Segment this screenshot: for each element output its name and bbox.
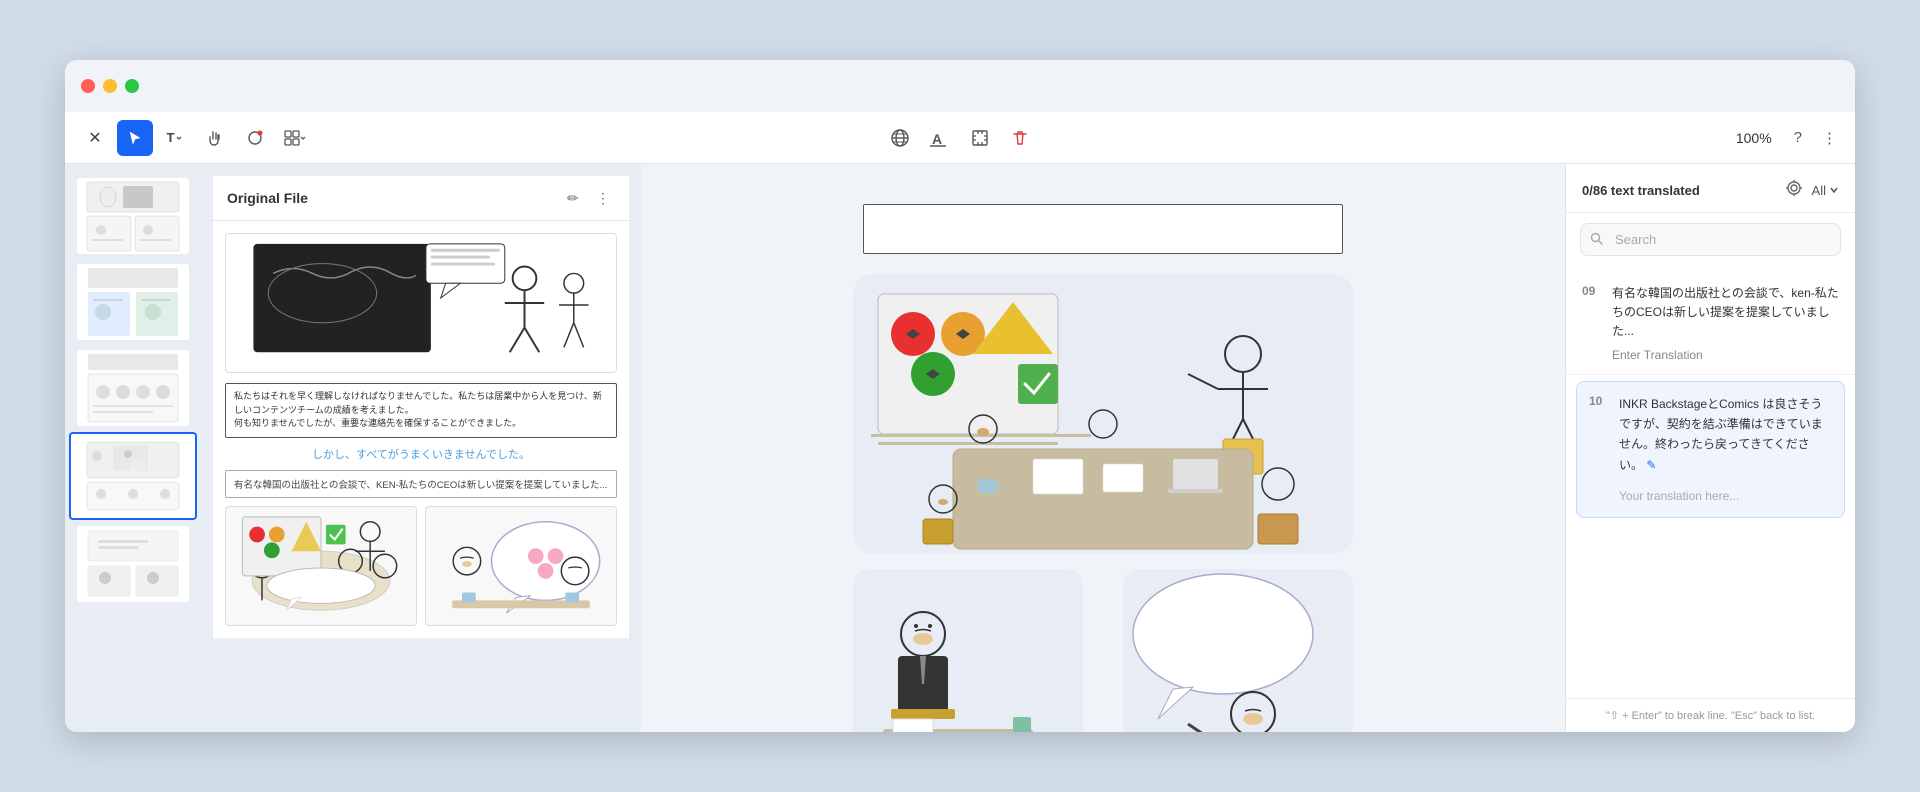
translation-count: 0/86 text translated xyxy=(1582,183,1700,198)
right-panel-controls: All xyxy=(1782,178,1839,202)
text-box-1: 私たちはそれを早く理解しなければなりませんでした。私たちは居業中から人を見つけ、… xyxy=(225,383,617,438)
translation-item-10-content: INKR BackstageとComics は良さそうですが、契約を結ぶ準備はで… xyxy=(1619,394,1832,506)
bottom-panel-right xyxy=(425,506,617,626)
toolbar-right: 100% ? ⋮ xyxy=(1728,125,1843,151)
close-button[interactable] xyxy=(81,79,95,93)
maximize-button[interactable] xyxy=(125,79,139,93)
zoom-selector[interactable]: 100% xyxy=(1728,126,1780,150)
blue-center-text: しかし、すべてがうまくいきませんでした。 xyxy=(225,446,617,462)
toolbar: ✕ T xyxy=(65,112,1855,164)
right-panel-header: 0/86 text translated All xyxy=(1566,164,1855,213)
resize-icon[interactable] xyxy=(964,122,996,154)
translation-input-placeholder[interactable]: Your translation here... xyxy=(1619,483,1832,505)
footer-hint: "⇧ + Enter" to break line. "Esc" back to… xyxy=(1606,710,1815,722)
translation-item-9-header: 09 有名な韓国の出版社との会談で、ken-私たちのCEOは新しい提案を提案して… xyxy=(1582,284,1839,342)
text-tool-button[interactable]: T xyxy=(157,120,193,156)
target-icon[interactable] xyxy=(1782,178,1806,202)
globe-icon[interactable] xyxy=(884,122,916,154)
translation-item-10-header: 10 INKR BackstageとComics は良さそうですが、契約を結ぶ準… xyxy=(1589,394,1832,506)
right-panel: 0/86 text translated All xyxy=(1565,164,1855,732)
translation-item-9[interactable]: 09 有名な韓国の出版社との会談で、ken-私たちのCEOは新しい提案を提案して… xyxy=(1566,272,1855,375)
more-button[interactable]: ⋮ xyxy=(1816,125,1843,151)
thumbnail-3-preview xyxy=(77,350,189,426)
thumbnail-3[interactable] xyxy=(69,346,197,430)
edit-icon[interactable]: ✏ xyxy=(561,186,585,210)
svg-text:A: A xyxy=(932,131,942,147)
font-icon[interactable]: A xyxy=(924,122,956,154)
select-tool-button[interactable] xyxy=(117,120,153,156)
translation-item-9-text: 有名な韓国の出版社との会談で、ken-私たちのCEOは新しい提案を提案していまし… xyxy=(1612,284,1839,342)
thumbnail-5-preview xyxy=(77,526,189,602)
right-panel-footer: "⇧ + Enter" to break line. "Esc" back to… xyxy=(1566,698,1855,732)
more-options-icon[interactable]: ⋮ xyxy=(591,186,615,210)
text-panel-box: 有名な韓国の出版社との会談で、KEN-私たちのCEOは新しい提案を提案していまし… xyxy=(225,470,617,498)
bottom-panel-left xyxy=(225,506,417,626)
thumbnail-5[interactable] xyxy=(69,522,197,606)
original-file-title: Original File xyxy=(227,190,308,206)
comic-content: 私たちはそれを早く理解しなければなりませんでした。私たちは居業中から人を見つけ、… xyxy=(213,221,629,638)
thumbnail-1[interactable] xyxy=(69,174,197,258)
translation-item-9-num: 09 xyxy=(1582,284,1602,298)
main-area: Original File ✏ ⋮ xyxy=(65,164,1855,732)
thumbnail-4-preview xyxy=(79,438,187,514)
search-input[interactable] xyxy=(1580,223,1841,256)
app-window: ✕ T xyxy=(65,60,1855,732)
world-map-panel xyxy=(225,233,617,373)
translation-item-10-text: INKR BackstageとComics は良さそうですが、契約を結ぶ準備はで… xyxy=(1619,394,1832,476)
edit-translation-link[interactable]: ✎ xyxy=(1646,458,1656,472)
center-toolbar: A xyxy=(884,122,1036,154)
canvas-text-box[interactable] xyxy=(863,204,1343,254)
original-file-header: Original File ✏ ⋮ xyxy=(213,176,629,221)
sidebar xyxy=(65,164,201,732)
search-box xyxy=(1580,223,1841,256)
close-tool-button[interactable]: ✕ xyxy=(77,120,113,156)
text-panel-content: 有名な韓国の出版社との会談で、KEN-私たちのCEOは新しい提案を提案していまし… xyxy=(234,480,607,491)
hand-tool-button[interactable] xyxy=(197,120,233,156)
titlebar xyxy=(65,60,1855,112)
canvas-comic xyxy=(823,274,1383,732)
translation-list: 09 有名な韓国の出版社との会談で、ken-私たちのCEOは新しい提案を提案して… xyxy=(1566,266,1855,698)
original-file-panel: Original File ✏ ⋮ xyxy=(201,164,641,732)
translation-item-10-num: 10 xyxy=(1589,394,1609,506)
thumbnail-2[interactable] xyxy=(69,260,197,344)
thumbnail-1-preview xyxy=(77,178,189,254)
grid-tool-button[interactable] xyxy=(277,120,313,156)
comic-bottom-panels xyxy=(225,506,617,626)
canvas-page xyxy=(823,184,1383,732)
delete-icon[interactable] xyxy=(1004,122,1036,154)
translation-item-10[interactable]: 10 INKR BackstageとComics は良さそうですが、契約を結ぶ準… xyxy=(1576,381,1845,519)
minimize-button[interactable] xyxy=(103,79,117,93)
help-button[interactable]: ? xyxy=(1788,125,1808,150)
shape-tool-button[interactable] xyxy=(237,120,273,156)
filter-button[interactable]: All xyxy=(1812,183,1839,198)
canvas-area xyxy=(641,164,1565,732)
search-icon xyxy=(1590,232,1603,248)
thumbnail-2-preview xyxy=(77,264,189,340)
thumbnail-4[interactable] xyxy=(69,432,197,520)
original-file-icons: ✏ ⋮ xyxy=(561,186,615,210)
text-box-1-content: 私たちはそれを早く理解しなければなりませんでした。私たちは居業中から人を見つけ、… xyxy=(234,391,602,428)
translation-item-9-action[interactable]: Enter Translation xyxy=(1582,348,1839,362)
